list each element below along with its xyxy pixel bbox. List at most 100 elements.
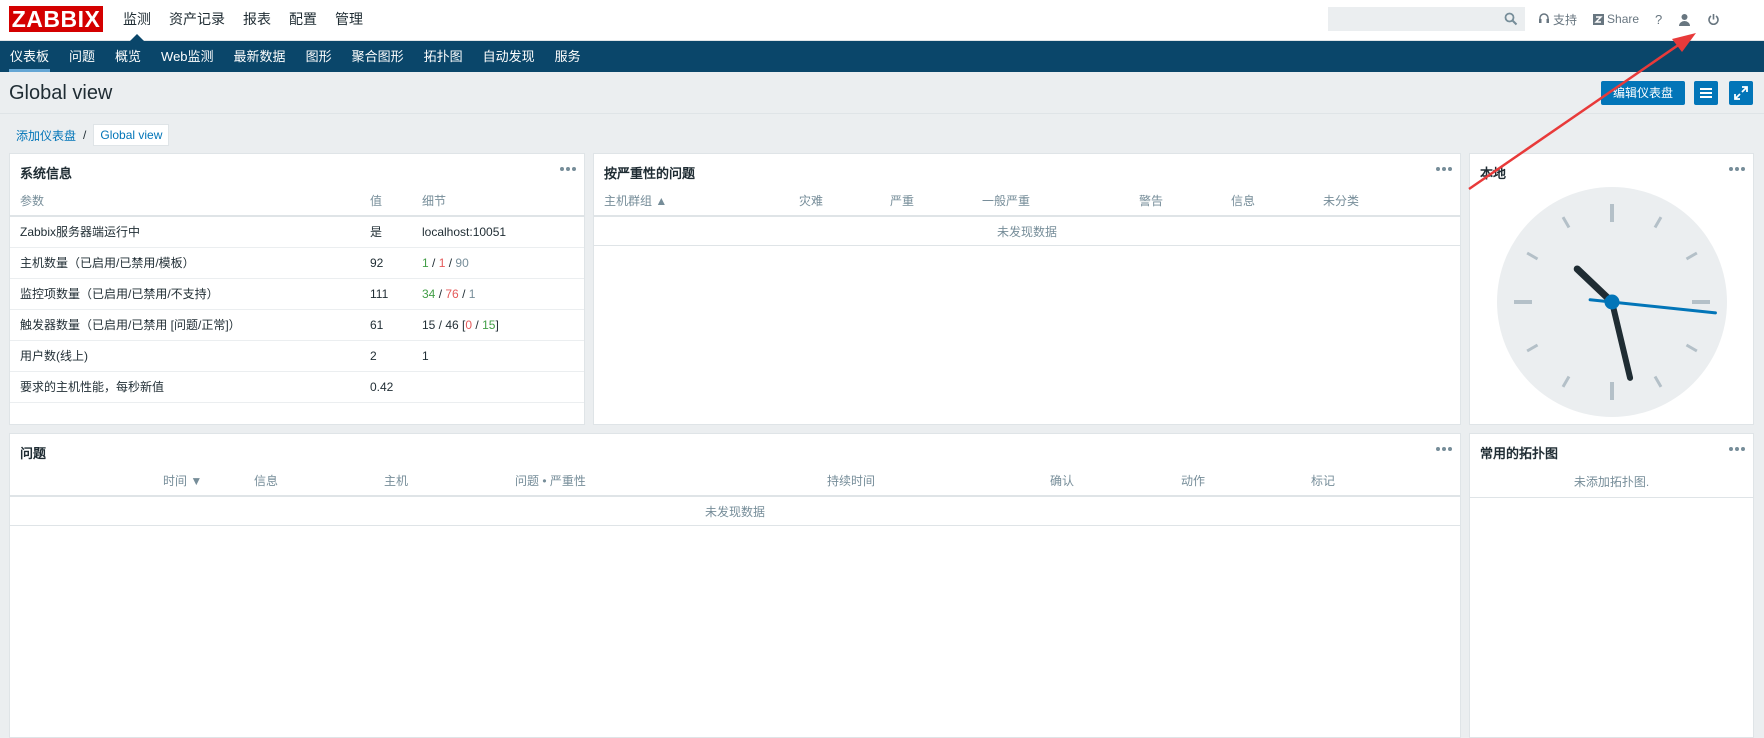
detail-cell: 34 / 76 / 1 bbox=[422, 278, 584, 310]
header-divider bbox=[0, 113, 1764, 114]
ok-count: 15 bbox=[482, 317, 496, 332]
menu-monitoring[interactable]: 监测 bbox=[114, 0, 160, 41]
no-data-message: 未发现数据 bbox=[10, 498, 1460, 526]
submenu-dashboard[interactable]: 仪表板 bbox=[0, 41, 59, 72]
param-cell: 要求的主机性能，每秒新值 bbox=[10, 371, 370, 403]
severity-table: 主机群组 ▲ 灾难 严重 一般严重 警告 信息 未分类 bbox=[594, 186, 1460, 217]
widget-title: 常用的拓扑图 bbox=[1480, 446, 1559, 461]
col-information: 信息 bbox=[1231, 186, 1323, 217]
page-title: Global view bbox=[9, 82, 113, 104]
menu-administration[interactable]: 管理 bbox=[326, 0, 372, 41]
breadcrumb-current[interactable]: Global view bbox=[93, 124, 170, 146]
col-spacer bbox=[10, 466, 163, 497]
power-icon bbox=[1708, 13, 1719, 25]
menu-inventory[interactable]: 资产记录 bbox=[160, 0, 234, 41]
widget-title: 本地 bbox=[1480, 166, 1507, 181]
menu-configuration[interactable]: 配置 bbox=[280, 0, 326, 41]
col-details: 细节 bbox=[422, 186, 584, 217]
submenu-maps[interactable]: 拓扑图 bbox=[414, 41, 473, 72]
col-average: 一般严重 bbox=[982, 186, 1139, 217]
breadcrumb-add-dashboard[interactable]: 添加仪表盘 bbox=[16, 127, 76, 144]
col-time[interactable]: 时间 ▼ bbox=[163, 466, 254, 497]
sep: / bbox=[445, 255, 456, 270]
header-links: 支持 Share ? bbox=[1538, 0, 1736, 38]
detail-cell: 1 bbox=[422, 340, 584, 372]
widget-options-icon[interactable] bbox=[1729, 440, 1747, 451]
no-data-message: 未发现数据 bbox=[594, 218, 1460, 246]
submenu-screens[interactable]: 聚合图形 bbox=[342, 41, 414, 72]
support-link[interactable]: 支持 bbox=[1538, 11, 1577, 28]
dashboard-actions-button[interactable] bbox=[1694, 81, 1718, 105]
main-menu: 监测 资产记录 报表 配置 管理 bbox=[114, 0, 372, 41]
widget-options-icon[interactable] bbox=[1436, 440, 1454, 451]
submenu-latest-data[interactable]: 最新数据 bbox=[224, 41, 296, 72]
col-duration: 持续时间 bbox=[827, 466, 1050, 497]
widget-title: 按严重性的问题 bbox=[604, 166, 696, 181]
col-warning: 警告 bbox=[1139, 186, 1231, 217]
param-cell: 用户数(线上) bbox=[10, 340, 370, 372]
submenu-web[interactable]: Web监测 bbox=[151, 41, 224, 72]
widget-options-icon[interactable] bbox=[1729, 160, 1747, 171]
submenu-overview[interactable]: 概览 bbox=[105, 41, 151, 72]
trigger-counts: 15 / 46 [ bbox=[422, 317, 466, 332]
value-cell: 92 bbox=[370, 247, 422, 279]
share-link[interactable]: Share bbox=[1593, 12, 1639, 26]
sep: / bbox=[472, 317, 483, 332]
widget-title: 系统信息 bbox=[20, 166, 73, 181]
submenu-services[interactable]: 服务 bbox=[545, 41, 591, 72]
search-box bbox=[1328, 7, 1525, 31]
widget-title: 问题 bbox=[20, 446, 47, 461]
support-label: 支持 bbox=[1553, 12, 1578, 27]
table-row: 监控项数量（已启用/已禁用/不支持） 111 34 / 76 / 1 bbox=[10, 278, 584, 310]
col-ack: 确认 bbox=[1050, 466, 1181, 497]
detail-cell: localhost:10051 bbox=[422, 216, 584, 248]
widget-system-info: 系统信息 参数 值 细节 Zabbix服务器端运行中 是 localhost:1… bbox=[9, 153, 585, 425]
col-value: 值 bbox=[370, 186, 422, 217]
breadcrumb: 添加仪表盘 / Global view bbox=[16, 124, 170, 146]
value-cell: 是 bbox=[370, 216, 422, 248]
submenu-problems[interactable]: 问题 bbox=[59, 41, 105, 72]
widget-problems: 问题 时间 ▼ 信息 主机 问题 • 严重性 持续时间 确认 动作 标记 未发现… bbox=[9, 433, 1461, 738]
table-row: 触发器数量（已启用/已禁用 [问题/正常]） 61 15 / 46 [0 / 1… bbox=[10, 309, 584, 341]
bracket: ] bbox=[495, 317, 499, 332]
top-header: ZABBIX 监测 资产记录 报表 配置 管理 支持 Share ? bbox=[0, 0, 1764, 41]
problems-table: 时间 ▼ 信息 主机 问题 • 严重性 持续时间 确认 动作 标记 bbox=[10, 466, 1460, 497]
fullscreen-button[interactable] bbox=[1729, 81, 1753, 105]
template-count: 90 bbox=[455, 255, 469, 270]
help-icon: ? bbox=[1655, 11, 1663, 27]
param-cell: 监控项数量（已启用/已禁用/不支持） bbox=[10, 278, 370, 310]
search-icon[interactable] bbox=[1504, 12, 1518, 26]
col-info: 信息 bbox=[254, 466, 384, 497]
table-row: 要求的主机性能，每秒新值 0.42 bbox=[10, 371, 584, 403]
param-cell: 主机数量（已启用/已禁用/模板） bbox=[10, 247, 370, 279]
edit-dashboard-button[interactable]: 编辑仪表盘 bbox=[1601, 81, 1686, 105]
submenu-graphs[interactable]: 图形 bbox=[296, 41, 342, 72]
col-problem-severity: 问题 • 严重性 bbox=[515, 466, 827, 497]
submenu-discovery[interactable]: 自动发现 bbox=[473, 41, 545, 72]
col-host-group[interactable]: 主机群组 ▲ bbox=[594, 186, 799, 217]
fullscreen-icon bbox=[1734, 86, 1748, 100]
widget-favourite-maps: 常用的拓扑图 未添加拓扑图. bbox=[1469, 433, 1754, 738]
col-disaster: 灾难 bbox=[799, 186, 890, 217]
detail-cell: 15 / 46 [0 / 15] bbox=[422, 309, 584, 341]
share-label: Share bbox=[1607, 12, 1640, 26]
system-info-table: 参数 值 细节 Zabbix服务器端运行中 是 localhost:10051 … bbox=[10, 186, 584, 403]
user-profile-link[interactable] bbox=[1678, 13, 1691, 26]
param-cell: Zabbix服务器端运行中 bbox=[10, 216, 370, 248]
detail-cell bbox=[422, 371, 584, 403]
enabled-count: 34 bbox=[422, 286, 436, 301]
enabled-count: 1 bbox=[422, 255, 429, 270]
zabbix-logo[interactable]: ZABBIX bbox=[9, 6, 103, 32]
menu-reports[interactable]: 报表 bbox=[234, 0, 280, 41]
col-parameter: 参数 bbox=[10, 186, 370, 217]
search-input[interactable] bbox=[1329, 8, 1499, 30]
param-cell: 触发器数量（已启用/已禁用 [问题/正常]） bbox=[10, 309, 370, 341]
widget-options-icon[interactable] bbox=[1436, 160, 1454, 171]
widget-options-icon[interactable] bbox=[560, 160, 578, 171]
user-icon bbox=[1679, 13, 1691, 26]
sign-out-link[interactable] bbox=[1707, 13, 1720, 26]
menu-icon bbox=[1700, 88, 1712, 98]
help-link[interactable]: ? bbox=[1655, 12, 1662, 27]
col-host: 主机 bbox=[384, 466, 515, 497]
analog-clock bbox=[1497, 187, 1727, 417]
